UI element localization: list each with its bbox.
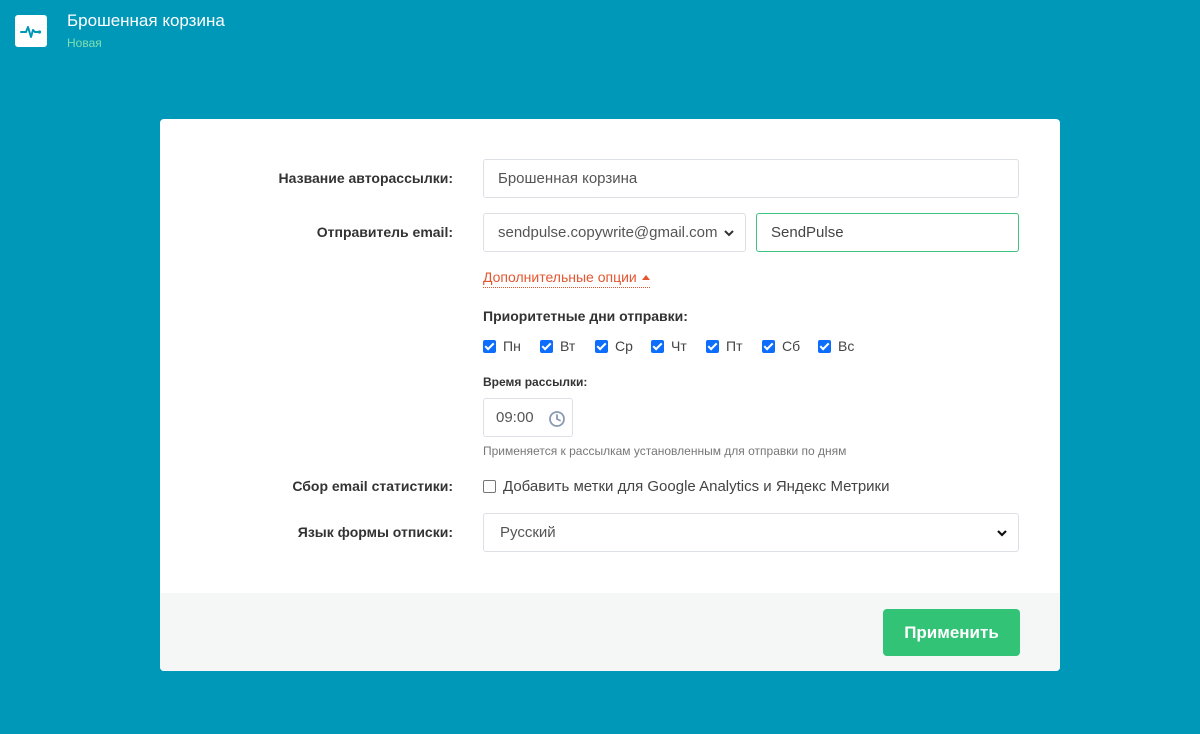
- day-checkbox-sun[interactable]: Вс: [818, 338, 854, 354]
- app-logo: [15, 15, 47, 47]
- analytics-tags-checkbox[interactable]: Добавить метки для Google Analytics и Ян…: [483, 478, 889, 495]
- analytics-tags-label: Добавить метки для Google Analytics и Ян…: [503, 478, 890, 495]
- status-label: Новая: [67, 36, 102, 50]
- campaign-name-input[interactable]: Брошенная корзина: [483, 159, 1019, 198]
- advanced-options-link[interactable]: Дополнительные опции: [483, 269, 650, 288]
- send-time-hint: Применяется к рассылкам установленным дл…: [483, 444, 847, 458]
- clock-icon[interactable]: [548, 410, 566, 428]
- sender-name-value: SendPulse: [771, 224, 844, 241]
- priority-days-label: Приоритетные дни отправки:: [483, 308, 688, 324]
- sender-email-select[interactable]: sendpulse.copywrite@gmail.com: [483, 213, 746, 252]
- settings-card: Название авторассылки: Брошенная корзина…: [160, 119, 1060, 671]
- chevron-down-icon: [724, 230, 734, 237]
- campaign-name-value: Брошенная корзина: [498, 170, 638, 187]
- day-label: Сб: [782, 338, 801, 354]
- card-footer: Применить: [160, 593, 1060, 671]
- stats-label: Сбор email статистики:: [292, 478, 453, 494]
- day-checkbox-fri[interactable]: Пт: [706, 338, 742, 354]
- checkbox-checked-icon[interactable]: [595, 339, 608, 353]
- sender-name-input[interactable]: SendPulse: [756, 213, 1019, 252]
- checkbox-checked-icon[interactable]: [818, 339, 831, 353]
- page-title: Брошенная корзина: [67, 11, 225, 30]
- caret-up-icon: [641, 275, 650, 280]
- day-label: Вт: [560, 338, 576, 354]
- language-value: Русский: [500, 524, 556, 541]
- send-time-value: 09:00: [496, 409, 534, 426]
- campaign-name-label: Название авторассылки:: [278, 170, 453, 186]
- language-label: Язык формы отписки:: [297, 524, 453, 540]
- day-checkbox-tue[interactable]: Вт: [540, 338, 575, 354]
- send-time-label: Время рассылки:: [483, 375, 588, 389]
- apply-button[interactable]: Применить: [883, 609, 1020, 656]
- checkbox-checked-icon[interactable]: [706, 339, 719, 353]
- checkbox-checked-icon[interactable]: [762, 339, 775, 353]
- language-select[interactable]: Русский: [483, 513, 1019, 552]
- checkbox-checked-icon[interactable]: [483, 339, 496, 353]
- sender-label: Отправитель email:: [316, 224, 453, 240]
- day-label: Пт: [726, 338, 743, 354]
- chevron-down-icon: [997, 530, 1007, 537]
- sender-email-value: sendpulse.copywrite@gmail.com: [498, 224, 718, 241]
- checkbox-checked-icon[interactable]: [540, 339, 553, 353]
- pulse-icon: [20, 26, 42, 38]
- day-checkbox-mon[interactable]: Пн: [483, 338, 521, 354]
- day-label: Вс: [838, 338, 855, 354]
- checkbox-unchecked-icon[interactable]: [483, 480, 496, 493]
- day-label: Чт: [671, 338, 687, 354]
- day-checkbox-sat[interactable]: Сб: [762, 338, 800, 354]
- day-label: Ср: [615, 338, 633, 354]
- send-time-input[interactable]: 09:00: [483, 398, 573, 437]
- advanced-options-label: Дополнительные опции: [483, 269, 637, 285]
- day-label: Пн: [503, 338, 521, 354]
- day-checkbox-thu[interactable]: Чт: [651, 338, 687, 354]
- day-checkbox-wed[interactable]: Ср: [595, 338, 633, 354]
- checkbox-checked-icon[interactable]: [651, 339, 664, 353]
